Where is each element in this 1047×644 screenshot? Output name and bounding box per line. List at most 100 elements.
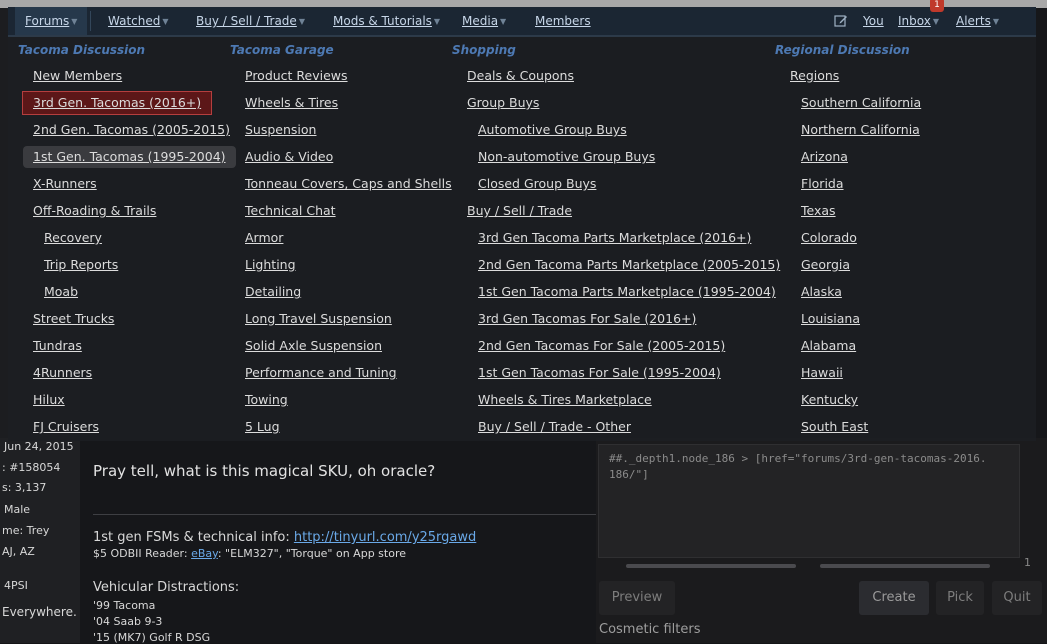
preview-button[interactable]: Preview: [599, 581, 675, 615]
menu-link-suspension[interactable]: Suspension: [245, 121, 316, 139]
menu-link-group-buys[interactable]: Group Buys: [467, 94, 539, 112]
signature-fsm-link[interactable]: http://tinyurl.com/y25rgawd: [294, 530, 476, 545]
menu-link-3rd-gen-tacomas-2016[interactable]: 3rd Gen. Tacomas (2016+): [22, 91, 213, 115]
nav-members[interactable]: Members: [535, 7, 591, 35]
menu-link-colorado[interactable]: Colorado: [801, 229, 857, 247]
menu-link-deals-coupons[interactable]: Deals & Coupons: [467, 67, 574, 85]
menu-link-5-lug[interactable]: 5 Lug: [245, 418, 280, 436]
menu-link-2nd-gen-tacomas-for-sale-2005-2015[interactable]: 2nd Gen Tacomas For Sale (2005-2015): [478, 337, 725, 355]
menu-link-buy-sell-trade-other[interactable]: Buy / Sell / Trade - Other: [478, 418, 631, 436]
menu-link-performance-and-tuning[interactable]: Performance and Tuning: [245, 364, 397, 382]
menu-link-new-members[interactable]: New Members: [33, 67, 122, 85]
menu-link-louisiana[interactable]: Louisiana: [801, 310, 860, 328]
column-heading-shopping[interactable]: Shopping: [452, 43, 516, 57]
menu-link-fj-cruisers[interactable]: FJ Cruisers: [33, 418, 99, 436]
vehicle-item: '99 Tacoma: [93, 599, 156, 612]
menu-link-towing[interactable]: Towing: [245, 391, 288, 409]
user-name: me: Trey: [2, 524, 50, 537]
nav-you[interactable]: You: [863, 7, 884, 35]
nav-media[interactable]: Media ▼: [462, 7, 506, 35]
element-picker-panel: ##._depth1.node_186 > [href="forums/3rd-…: [596, 438, 1047, 643]
menu-link-florida[interactable]: Florida: [801, 175, 844, 193]
menu-link-alabama[interactable]: Alabama: [801, 337, 856, 355]
specificity-slider[interactable]: [820, 564, 990, 568]
menu-link-lighting[interactable]: Lighting: [245, 256, 296, 274]
column-heading-tacoma-garage[interactable]: Tacoma Garage: [230, 43, 334, 57]
signature-fsm: 1st gen FSMs & technical info: http://ti…: [93, 530, 476, 545]
menu-link-tonneau-covers-caps-and-shells[interactable]: Tonneau Covers, Caps and Shells: [245, 175, 452, 193]
menu-link-4runners[interactable]: 4Runners: [33, 364, 92, 382]
menu-link-product-reviews[interactable]: Product Reviews: [245, 67, 348, 85]
nav-alerts[interactable]: Alerts ▼: [956, 7, 999, 35]
menu-link-regions[interactable]: Regions: [790, 67, 839, 85]
post-message: Pray tell, what is this magical SKU, oh …: [93, 462, 436, 480]
menu-link-texas[interactable]: Texas: [801, 202, 836, 220]
menu-link-armor[interactable]: Armor: [245, 229, 283, 247]
chevron-down-icon: ▼: [162, 17, 169, 26]
user-id: : #158054: [2, 461, 61, 474]
nav-forums[interactable]: Forums ▼: [15, 7, 88, 35]
menu-link-hawaii[interactable]: Hawaii: [801, 364, 843, 382]
quit-button[interactable]: Quit: [992, 581, 1042, 615]
menu-link-wheels-tires[interactable]: Wheels & Tires: [245, 94, 338, 112]
menu-link-trip-reports[interactable]: Trip Reports: [44, 256, 118, 274]
menu-link-georgia[interactable]: Georgia: [801, 256, 850, 274]
vehicle-item: '04 Saab 9-3: [93, 615, 163, 628]
column-heading-tacoma-discussion[interactable]: Tacoma Discussion: [18, 43, 145, 57]
signature-vehicles-title: Vehicular Distractions:: [93, 580, 240, 595]
menu-link-2nd-gen-tacoma-parts-marketplace-2005-2015[interactable]: 2nd Gen Tacoma Parts Marketplace (2005-2…: [478, 256, 780, 274]
user-everywhere: Everywhere.: [2, 605, 77, 619]
menu-link-technical-chat[interactable]: Technical Chat: [245, 202, 336, 220]
signature-ebay-link[interactable]: eBay: [191, 547, 218, 560]
filter-code: ##._depth1.node_186 > [href="forums/3rd-…: [609, 452, 987, 481]
chevron-down-icon: ▼: [500, 17, 507, 26]
create-button[interactable]: Create: [859, 581, 929, 615]
menu-link-off-roading-trails[interactable]: Off-Roading & Trails: [33, 202, 156, 220]
menu-link-wheels-tires-marketplace[interactable]: Wheels & Tires Marketplace: [478, 391, 652, 409]
menu-link-solid-axle-suspension[interactable]: Solid Axle Suspension: [245, 337, 382, 355]
user-location: AJ, AZ: [2, 545, 35, 558]
nav-watched-label: Watched: [108, 14, 161, 28]
menu-link-3rd-gen-tacoma-parts-marketplace-2016[interactable]: 3rd Gen Tacoma Parts Marketplace (2016+): [478, 229, 751, 247]
filter-editor[interactable]: ##._depth1.node_186 > [href="forums/3rd-…: [598, 444, 1020, 558]
chevron-down-icon: ▼: [298, 17, 305, 26]
menu-link-automotive-group-buys[interactable]: Automotive Group Buys: [478, 121, 627, 139]
menu-link-tundras[interactable]: Tundras: [33, 337, 82, 355]
signature-odb-label: $5 ODBII Reader:: [93, 547, 192, 560]
inbox-count-badge: 1: [930, 0, 944, 12]
nav-mods-tutorials[interactable]: Mods & Tutorials ▼: [333, 7, 440, 35]
signature-odb: $5 ODBII Reader: eBay: "ELM327", "Torque…: [93, 547, 406, 560]
menu-link-audio-video[interactable]: Audio & Video: [245, 148, 333, 166]
menu-link-arizona[interactable]: Arizona: [801, 148, 848, 166]
menu-link-hilux[interactable]: Hilux: [33, 391, 65, 409]
menu-link-closed-group-buys[interactable]: Closed Group Buys: [478, 175, 596, 193]
compose-icon[interactable]: [834, 14, 848, 28]
chevron-down-icon: ▼: [992, 17, 999, 26]
menu-link-1st-gen-tacoma-parts-marketplace-1995-2004[interactable]: 1st Gen Tacoma Parts Marketplace (1995-2…: [478, 283, 776, 301]
nav-buy-sell-trade[interactable]: Buy / Sell / Trade ▼: [196, 7, 305, 35]
depth-slider[interactable]: [626, 564, 796, 568]
menu-link-moab[interactable]: Moab: [44, 283, 78, 301]
menu-link-detailing[interactable]: Detailing: [245, 283, 301, 301]
nav-divider: [90, 11, 91, 31]
menu-link-recovery[interactable]: Recovery: [44, 229, 102, 247]
menu-link-2nd-gen-tacomas-2005-2015[interactable]: 2nd Gen. Tacomas (2005-2015): [33, 121, 230, 139]
menu-link-street-trucks[interactable]: Street Trucks: [33, 310, 114, 328]
menu-link-alaska[interactable]: Alaska: [801, 283, 842, 301]
menu-link-northern-california[interactable]: Northern California: [801, 121, 920, 139]
menu-link-non-automotive-group-buys[interactable]: Non-automotive Group Buys: [478, 148, 655, 166]
menu-link-x-runners[interactable]: X-Runners: [33, 175, 97, 193]
menu-link-buy-sell-trade[interactable]: Buy / Sell / Trade: [467, 202, 572, 220]
menu-link-southern-california[interactable]: Southern California: [801, 94, 921, 112]
menu-link-south-east[interactable]: South East: [801, 418, 868, 436]
nav-buy-sell-trade-label: Buy / Sell / Trade: [196, 14, 297, 28]
menu-link-1st-gen-tacomas-1995-2004[interactable]: 1st Gen. Tacomas (1995-2004): [23, 146, 236, 168]
menu-link-long-travel-suspension[interactable]: Long Travel Suspension: [245, 310, 392, 328]
user-joined: Jun 24, 2015: [4, 440, 74, 453]
menu-link-1st-gen-tacomas-for-sale-1995-2004[interactable]: 1st Gen Tacomas For Sale (1995-2004): [478, 364, 721, 382]
pick-button[interactable]: Pick: [936, 581, 984, 615]
menu-link-kentucky[interactable]: Kentucky: [801, 391, 858, 409]
nav-watched[interactable]: Watched ▼: [108, 7, 169, 35]
column-heading-regional-discussion[interactable]: Regional Discussion: [775, 43, 910, 57]
menu-link-3rd-gen-tacomas-for-sale-2016[interactable]: 3rd Gen Tacomas For Sale (2016+): [478, 310, 696, 328]
